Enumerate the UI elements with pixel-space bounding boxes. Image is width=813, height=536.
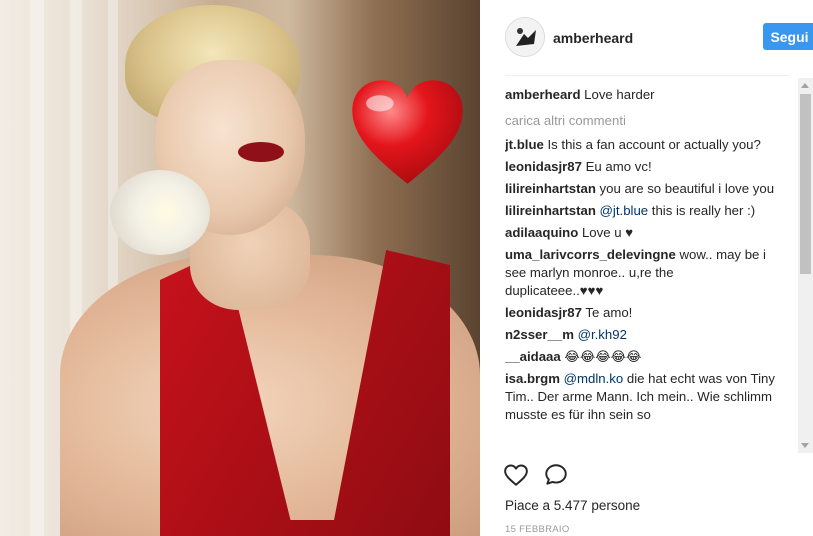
avatar[interactable] (505, 17, 545, 57)
comment-icon[interactable] (543, 462, 569, 488)
comment-username[interactable]: n2sser__m (505, 327, 574, 342)
caption-text: Love harder (584, 87, 655, 102)
post-header: amberheard Segui (505, 13, 813, 63)
post-date[interactable]: 15 FEBBRAIO (505, 524, 570, 535)
heart-outline-icon[interactable] (503, 462, 529, 488)
comment-username[interactable]: adilaaquino (505, 225, 578, 240)
comment-item: uma_larivcorrs_delevingne wow.. may be i… (505, 246, 775, 300)
comment-username[interactable]: lilireinhartstan (505, 203, 596, 218)
comment-text: 😂😂😂😂😂 (564, 349, 642, 364)
comment-text: Love u ♥ (581, 225, 634, 240)
comment-mention[interactable]: @jt.blue (600, 203, 649, 218)
caption-username[interactable]: amberheard (505, 87, 581, 102)
comment-username[interactable]: leonidasjr87 (505, 305, 582, 320)
post-actions (503, 462, 790, 492)
comment-mention[interactable]: @r.kh92 (578, 327, 627, 342)
scroll-down-arrow-icon[interactable] (801, 443, 809, 448)
comment-username[interactable]: uma_larivcorrs_delevingne (505, 247, 676, 262)
comment-item: jt.blue Is this a fan account or actuall… (505, 136, 775, 154)
photo-lips (238, 142, 284, 162)
post-side-panel: amberheard Segui amberheard Love harder … (480, 0, 813, 536)
comment-item: lilireinhartstan you are so beautiful i … (505, 180, 775, 198)
comment-item: n2sser__m @r.kh92 (505, 326, 775, 344)
comment-username[interactable]: __aidaaa (505, 349, 561, 364)
scrollbar-thumb[interactable] (800, 94, 811, 274)
comment-item: __aidaaa 😂😂😂😂😂 (505, 348, 775, 366)
comment-item: leonidasjr87 Te amo! (505, 304, 775, 322)
caption: amberheard Love harder (505, 86, 775, 104)
comment-text: Eu amo vc! (585, 159, 652, 174)
comment-username[interactable]: lilireinhartstan (505, 181, 596, 196)
comment-text: this is really her :) (648, 203, 756, 218)
follow-button[interactable]: Segui (763, 23, 813, 50)
red-heart-icon (352, 80, 463, 184)
comment-text: Is this a fan account or actually you? (547, 137, 761, 152)
scroll-up-arrow-icon[interactable] (801, 83, 809, 88)
header-divider (505, 75, 790, 76)
post-photo[interactable] (0, 0, 480, 536)
load-more-comments-link[interactable]: carica altri commenti (505, 112, 775, 130)
comment-item: isa.brgm @mdln.ko die hat echt was von T… (505, 370, 775, 424)
comment-item: lilireinhartstan @jt.blue this is really… (505, 202, 775, 220)
comment-username[interactable]: jt.blue (505, 137, 544, 152)
comment-username[interactable]: isa.brgm (505, 371, 560, 386)
comment-text: Te amo! (585, 305, 633, 320)
photo-flower (110, 170, 210, 255)
comment-item: adilaaquino Love u ♥ (505, 224, 775, 242)
comments-list: amberheard Love harder carica altri comm… (505, 86, 775, 456)
comment-text: you are so beautiful i love you (599, 181, 775, 196)
header-username[interactable]: amberheard (553, 30, 633, 46)
comment-username[interactable]: leonidasjr87 (505, 159, 582, 174)
comments-scrollbar[interactable] (798, 78, 813, 453)
avatar-image (506, 18, 544, 56)
likes-count[interactable]: Piace a 5.477 persone (505, 498, 640, 513)
comment-mention[interactable]: @mdln.ko (564, 371, 624, 386)
comment-item: leonidasjr87 Eu amo vc! (505, 158, 775, 176)
